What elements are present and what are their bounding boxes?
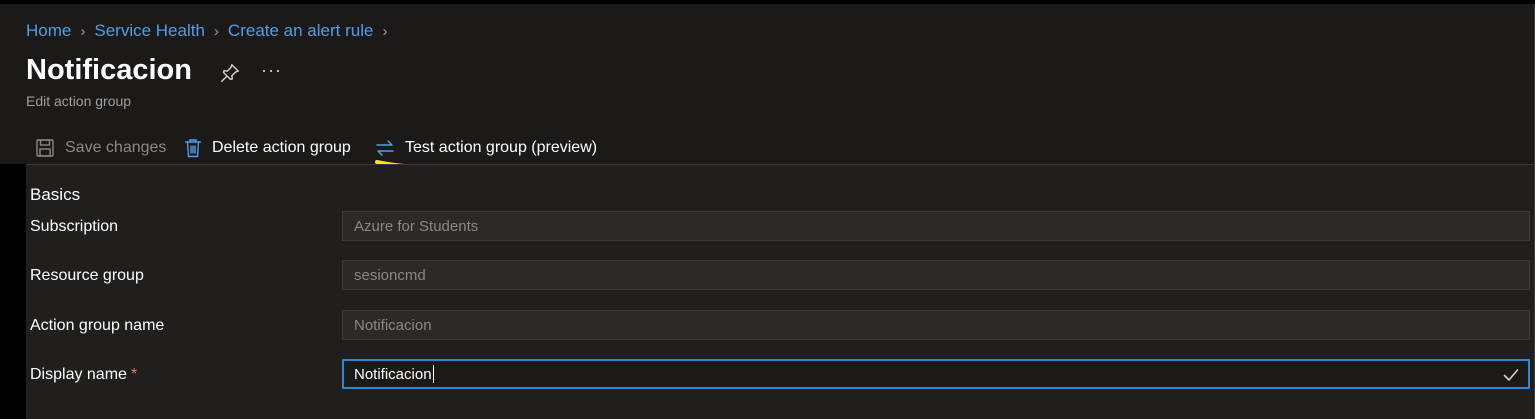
text-caret xyxy=(432,365,434,383)
page-subtitle: Edit action group xyxy=(26,93,132,109)
save-changes-button[interactable]: Save changes xyxy=(35,130,166,166)
chevron-right-icon: › xyxy=(213,22,219,40)
delete-icon xyxy=(184,139,202,158)
breadcrumb-home[interactable]: Home xyxy=(26,21,71,41)
breadcrumb: Home › Service Health › Create an alert … xyxy=(26,19,396,43)
save-icon xyxy=(36,139,54,157)
basics-form: Basics Subscription Azure for Students R… xyxy=(26,165,1535,419)
subscription-field: Azure for Students xyxy=(342,211,1530,241)
subscription-value: Azure for Students xyxy=(354,217,479,235)
chevron-right-icon: › xyxy=(382,22,388,40)
required-marker: * xyxy=(130,366,138,383)
display-name-label-text: Display name xyxy=(30,366,127,383)
label-resource-group: Resource group xyxy=(30,267,144,284)
resource-group-field: sesioncmd xyxy=(342,260,1530,290)
resource-group-value: sesioncmd xyxy=(354,266,426,284)
label-display-name: Display name * xyxy=(30,366,137,384)
display-name-value: Notificacion xyxy=(354,365,432,383)
test-icon xyxy=(376,140,394,156)
action-group-name-field: Notificacion xyxy=(342,310,1530,340)
breadcrumb-service-health[interactable]: Service Health xyxy=(94,21,205,41)
action-group-name-value: Notificacion xyxy=(354,316,432,334)
pin-icon[interactable] xyxy=(219,62,241,84)
more-icon[interactable]: ··· xyxy=(261,60,282,81)
section-title-basics: Basics xyxy=(30,185,81,204)
azure-portal-window: Home › Service Health › Create an alert … xyxy=(0,0,1535,419)
delete-action-group-button[interactable]: Delete action group xyxy=(184,130,351,166)
page-title: Notificacion xyxy=(26,54,192,86)
display-name-input[interactable]: Notificacion xyxy=(342,359,1530,389)
label-action-group-name: Action group name xyxy=(30,317,165,334)
command-bar: Save changes Delete action group Test ac… xyxy=(0,130,1535,166)
checkmark-icon xyxy=(1503,369,1519,381)
breadcrumb-create-alert-rule[interactable]: Create an alert rule xyxy=(228,21,374,41)
chevron-right-icon: › xyxy=(80,22,86,40)
header-area: Home › Service Health › Create an alert … xyxy=(0,4,1535,164)
delete-action-group-label: Delete action group xyxy=(212,139,351,156)
label-subscription: Subscription xyxy=(30,218,119,235)
save-changes-label: Save changes xyxy=(65,139,167,156)
test-action-group-label: Test action group (preview) xyxy=(405,139,598,156)
